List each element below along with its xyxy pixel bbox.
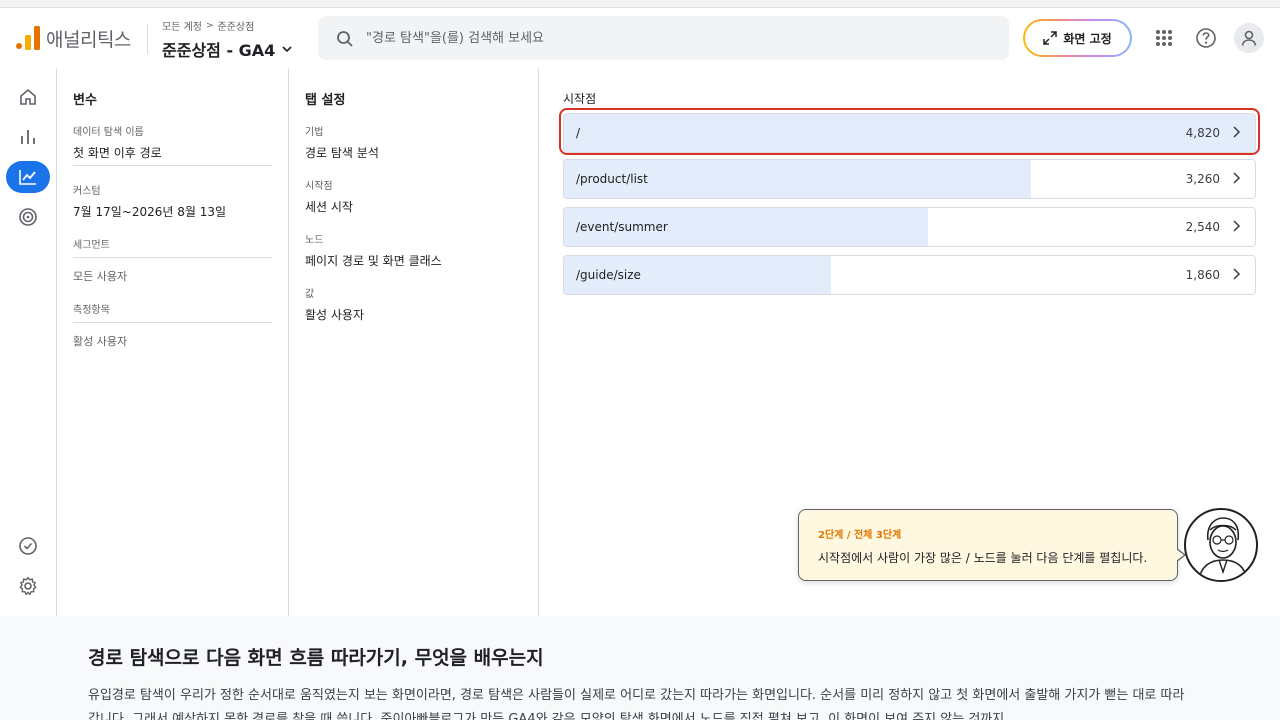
node-count: 2,540 bbox=[1185, 220, 1220, 234]
starting-point-column-title: 시작점 bbox=[563, 92, 597, 106]
tutorial-step-indicator: 2단계 / 전체 3단계 bbox=[818, 530, 902, 541]
node-count: 1,860 bbox=[1185, 268, 1220, 282]
tutorial-highlight-ring bbox=[559, 108, 1260, 155]
metric-item[interactable]: 활성 사용자 bbox=[73, 333, 127, 349]
segments-label: 세그먼트 bbox=[73, 240, 110, 251]
tooltip-tail-fill bbox=[1176, 549, 1184, 561]
property-name: 준준상점 - GA4 bbox=[162, 41, 276, 60]
chevron-right-icon bbox=[1233, 220, 1241, 232]
divider bbox=[73, 257, 272, 258]
explore-icon[interactable] bbox=[6, 161, 50, 193]
header-divider bbox=[147, 24, 148, 54]
article-title: 경로 탐색으로 다음 화면 흐름 따라가기, 무엇을 배우는지 bbox=[88, 647, 544, 669]
date-range-label: 커스텀 bbox=[73, 186, 101, 197]
path-node[interactable]: /product/list 3,260 bbox=[563, 159, 1256, 199]
tab-settings-panel: 탭 설정 기법 경로 탐색 분석 시작점 세션 시작 노드 페이지 경로 및 화… bbox=[289, 68, 539, 616]
path-node[interactable]: /event/summer 2,540 bbox=[563, 207, 1256, 247]
divider bbox=[73, 322, 272, 323]
technique-label: 기법 bbox=[305, 127, 324, 138]
home-icon[interactable] bbox=[6, 81, 50, 113]
exploration-name-label: 데이터 탐색 이름 bbox=[73, 127, 144, 138]
starting-point-label: 시작점 bbox=[305, 181, 333, 192]
breadcrumb-chevron-icon: > bbox=[205, 20, 214, 31]
search-bar[interactable] bbox=[318, 16, 1009, 60]
tutorial-instruction: 시작점에서 사람이 가장 많은 / 노드를 눌러 다음 단계를 펼칩니다. bbox=[818, 551, 1148, 565]
variables-panel: 변수 데이터 탐색 이름 첫 화면 이후 경로 커스텀 7월 17일~2026년… bbox=[57, 68, 289, 616]
expand-icon bbox=[1043, 31, 1058, 45]
value-metric[interactable]: 활성 사용자 bbox=[305, 306, 364, 323]
property-selector[interactable]: 준준상점 - GA4 bbox=[162, 37, 293, 61]
account-avatar-icon[interactable] bbox=[1234, 23, 1264, 53]
metrics-label: 측정항목 bbox=[73, 305, 110, 316]
browser-top-strip bbox=[0, 0, 1280, 8]
starting-point-value[interactable]: 세션 시작 bbox=[305, 198, 353, 215]
checklist-icon[interactable] bbox=[6, 530, 50, 562]
path-node[interactable]: /guide/size 1,860 bbox=[563, 255, 1256, 295]
node-label: /product/list bbox=[576, 172, 648, 186]
left-nav-rail bbox=[0, 68, 57, 616]
chevron-down-icon bbox=[282, 46, 292, 53]
search-input[interactable] bbox=[366, 16, 986, 60]
app-header: 애널리틱스 모든 계정 > 준준상점 준준상점 - GA4 화면 고정 bbox=[0, 8, 1280, 68]
tutorial-tooltip: 2단계 / 전체 3단계 시작점에서 사람이 가장 많은 / 노드를 눌러 다음… bbox=[798, 509, 1186, 581]
analytics-logo-icon bbox=[16, 26, 40, 50]
node-type-label: 노드 bbox=[305, 235, 324, 246]
node-label: /guide/size bbox=[576, 268, 641, 282]
chevron-right-icon bbox=[1233, 172, 1241, 184]
pin-screen-button[interactable]: 화면 고정 bbox=[1023, 19, 1132, 57]
article-body: 유입경로 탐색이 우리가 정한 순서대로 움직였는지 보는 화면이라면, 경로 … bbox=[88, 688, 1185, 720]
value-label: 값 bbox=[305, 289, 315, 300]
divider bbox=[73, 165, 272, 166]
exploration-name-field[interactable]: 첫 화면 이후 경로 bbox=[73, 144, 162, 161]
segment-item[interactable]: 모든 사용자 bbox=[73, 268, 127, 284]
breadcrumb-property[interactable]: 준준상점 bbox=[218, 18, 255, 33]
technique-value[interactable]: 경로 탐색 분석 bbox=[305, 144, 379, 161]
variables-title: 변수 bbox=[73, 93, 97, 108]
advertising-icon[interactable] bbox=[6, 201, 50, 233]
node-count: 3,260 bbox=[1185, 172, 1220, 186]
breadcrumb-account[interactable]: 모든 계정 bbox=[162, 18, 202, 33]
tab-settings-title: 탭 설정 bbox=[305, 93, 346, 108]
apps-grid-icon[interactable] bbox=[1150, 24, 1178, 52]
app-name: 애널리틱스 bbox=[46, 29, 131, 51]
reports-icon[interactable] bbox=[6, 121, 50, 153]
settings-icon[interactable] bbox=[6, 570, 50, 602]
search-icon bbox=[337, 31, 353, 47]
guide-character-avatar bbox=[1184, 508, 1258, 582]
node-type-value[interactable]: 페이지 경로 및 화면 클래스 bbox=[305, 252, 442, 269]
help-icon[interactable] bbox=[1192, 24, 1220, 52]
article-section: 경로 탐색으로 다음 화면 흐름 따라가기, 무엇을 배우는지 유입경로 탐색이… bbox=[0, 616, 1280, 720]
date-range-value[interactable]: 7월 17일~2026년 8월 13일 bbox=[73, 203, 226, 220]
chevron-right-icon bbox=[1233, 268, 1241, 280]
node-label: /event/summer bbox=[576, 220, 668, 234]
breadcrumb[interactable]: 모든 계정 > 준준상점 bbox=[162, 18, 255, 34]
pin-screen-label: 화면 고정 bbox=[1063, 31, 1112, 46]
